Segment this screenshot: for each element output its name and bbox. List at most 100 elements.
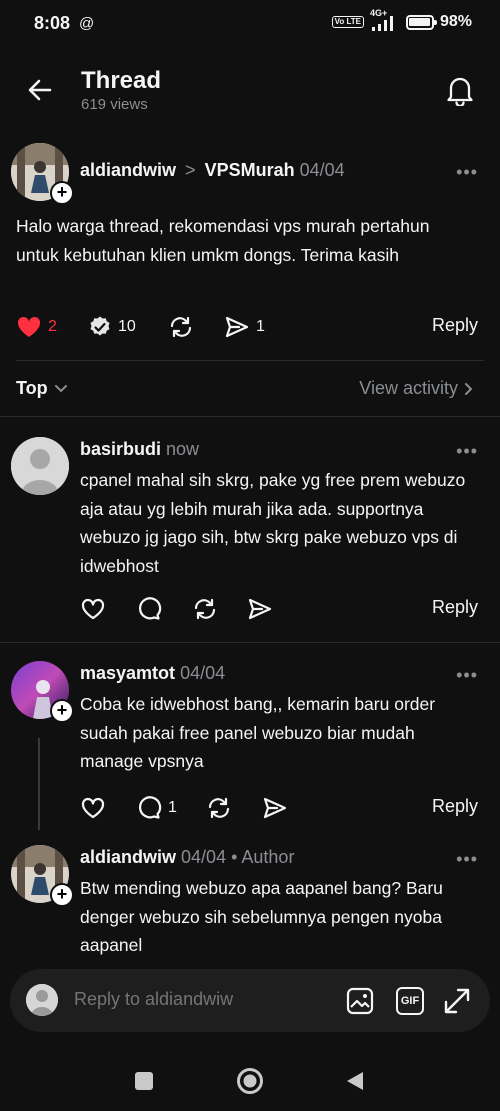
expand-icon xyxy=(444,988,470,1014)
view-activity-label: View activity xyxy=(359,378,458,398)
heart-icon xyxy=(81,797,105,819)
status-icons: Vo LTE 4G+ 98% xyxy=(331,8,472,32)
community-name[interactable]: VPSMurah xyxy=(205,160,295,180)
follow-plus-icon[interactable]: + xyxy=(50,181,74,205)
comment-body: cpanel mahal sih skrg, pake yg free prem… xyxy=(80,470,466,576)
like-button[interactable]: 2 xyxy=(16,307,57,347)
repost-button[interactable] xyxy=(168,307,194,347)
status-bar: 8:08 @ Vo LTE 4G+ 98% xyxy=(0,0,500,48)
back-button[interactable] xyxy=(22,72,58,108)
back-nav-button[interactable] xyxy=(340,1066,370,1096)
heart-icon xyxy=(81,598,105,620)
home-button[interactable] xyxy=(235,1066,265,1096)
comment-bubble-icon xyxy=(138,597,162,620)
sort-bar: Top View activity xyxy=(0,362,500,414)
view-activity-link[interactable]: View activity xyxy=(359,378,474,399)
follow-plus-icon[interactable]: + xyxy=(50,699,74,723)
repost-button[interactable] xyxy=(192,589,218,629)
comment-header: masyamtot 04/04 xyxy=(80,663,225,684)
send-icon xyxy=(248,598,272,620)
heart-filled-icon xyxy=(17,316,41,337)
avatar xyxy=(26,984,58,1016)
author-name[interactable]: masyamtot xyxy=(80,663,175,683)
repost-icon xyxy=(208,797,230,819)
chevron-right-icon xyxy=(465,382,473,395)
comment-time: 04/04 xyxy=(181,847,227,867)
author-tag: • Author xyxy=(231,847,295,867)
share-button[interactable]: 1 xyxy=(224,307,265,347)
reply-count: 10 xyxy=(118,318,136,335)
reply-button[interactable]: Reply xyxy=(432,597,478,618)
post-header: aldiandwiw > VPSMurah 04/04 xyxy=(80,160,345,181)
reply-composer: GIF xyxy=(10,969,490,1032)
reply-button[interactable]: Reply xyxy=(432,796,478,817)
repost-button[interactable] xyxy=(206,788,232,828)
gif-label: GIF xyxy=(400,995,420,1007)
avatar[interactable] xyxy=(11,437,69,495)
share-button[interactable] xyxy=(247,589,273,629)
comment-body: Btw mending webuzo apa aapanel bang? Bar… xyxy=(80,878,443,955)
more-options-icon[interactable]: ••• xyxy=(456,162,478,183)
comment-actions: 1 Reply xyxy=(0,788,500,828)
comment-bubble-icon xyxy=(138,796,162,819)
chevron-down-icon xyxy=(54,384,67,392)
comment-button[interactable] xyxy=(136,589,162,629)
arrow-left-icon xyxy=(28,79,52,101)
chevron-right-icon: > xyxy=(185,160,196,180)
signal-icon: 4G+ xyxy=(370,8,400,32)
more-options-icon[interactable]: ••• xyxy=(456,665,478,686)
divider xyxy=(0,416,500,417)
notifications-button[interactable] xyxy=(442,70,478,110)
sort-dropdown[interactable]: Top xyxy=(16,378,68,399)
comment-button[interactable]: 1 xyxy=(136,788,177,828)
replies-button[interactable]: 10 xyxy=(88,307,136,347)
repost-icon xyxy=(194,598,216,620)
author-name[interactable]: aldiandwiw xyxy=(80,160,176,180)
sort-label: Top xyxy=(16,378,48,398)
like-button[interactable] xyxy=(80,788,106,828)
gif-icon: GIF xyxy=(396,987,424,1015)
send-icon xyxy=(225,316,249,338)
view-count: 619 views xyxy=(81,96,148,113)
page-title: Thread xyxy=(81,67,162,94)
like-button[interactable] xyxy=(80,589,106,629)
battery-percent: 98% xyxy=(439,13,472,30)
system-nav-bar xyxy=(0,1050,500,1111)
image-button[interactable] xyxy=(343,984,377,1018)
status-time: 8:08 xyxy=(34,13,71,33)
threads-notification-icon: @ xyxy=(79,15,95,32)
comment-time: now xyxy=(166,439,200,459)
follow-plus-icon[interactable]: + xyxy=(50,883,74,907)
more-options-icon[interactable]: ••• xyxy=(456,441,478,462)
expand-button[interactable] xyxy=(440,984,474,1018)
volte-icon: Vo LTE xyxy=(331,16,364,28)
post-body: Halo warga thread, rekomendasi vps murah… xyxy=(16,216,430,265)
reply-input[interactable] xyxy=(74,989,324,1010)
comment-header: basirbudi now xyxy=(80,439,199,460)
bell-icon xyxy=(447,77,473,106)
triangle-back-icon xyxy=(347,1072,363,1090)
divider xyxy=(16,360,484,361)
comment-actions: Reply xyxy=(0,589,500,629)
repost-icon xyxy=(170,316,192,338)
reply-button[interactable]: Reply xyxy=(432,315,478,336)
post-date: 04/04 xyxy=(299,160,345,180)
comment-time: 04/04 xyxy=(180,663,226,683)
recents-button[interactable] xyxy=(129,1066,159,1096)
thread-header: Thread 619 views xyxy=(0,60,500,122)
share-button[interactable] xyxy=(262,788,288,828)
divider xyxy=(0,642,500,643)
verified-reply-icon xyxy=(90,316,110,336)
battery-icon xyxy=(405,14,437,30)
author-name[interactable]: aldiandwiw xyxy=(80,847,176,867)
share-count: 1 xyxy=(256,318,265,335)
image-icon xyxy=(346,987,374,1015)
send-icon xyxy=(263,797,287,819)
square-icon xyxy=(135,1072,153,1090)
circle-icon xyxy=(237,1068,263,1094)
comment-body: Coba ke idwebhost bang,, kemarin baru or… xyxy=(80,694,436,771)
author-name[interactable]: basirbudi xyxy=(80,439,161,459)
more-options-icon[interactable]: ••• xyxy=(456,849,478,870)
comment-header: aldiandwiw 04/04 • Author xyxy=(80,847,294,868)
gif-button[interactable]: GIF xyxy=(393,984,427,1018)
